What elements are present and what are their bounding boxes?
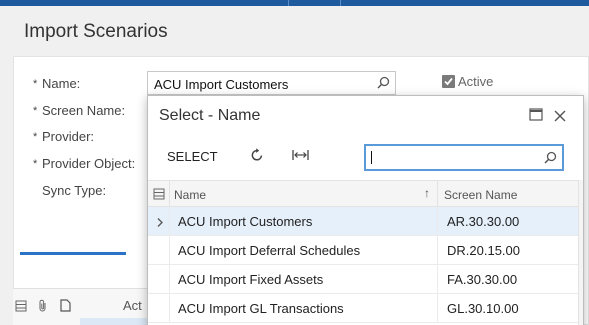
row-screen-name: FA.30.30.00 [447,272,518,287]
maximize-icon[interactable] [529,108,543,126]
column-divider [169,181,170,208]
column-divider [437,207,438,236]
provider-object-label: Provider Object: [42,156,136,171]
column-divider [169,207,170,236]
row-screen-name: AR.30.30.00 [447,214,520,229]
active-tab-indicator [20,252,126,255]
row-selector-icon[interactable] [153,188,165,203]
search-icon[interactable] [544,151,557,169]
column-divider [169,236,170,265]
select-name-dialog: Select - Name SELECT Name ↑ Screen Name [147,95,584,325]
table-row[interactable]: ACU Import Customers AR.30.30.00 [148,207,578,236]
required-marker: * [33,105,38,117]
table-row[interactable]: ACU Import Fixed Assets FA.30.30.00 [148,265,578,294]
dialog-title: Select - Name [159,107,261,124]
note-icon[interactable] [60,299,71,317]
column-divider [437,265,438,294]
paperclip-icon[interactable] [37,299,49,317]
row-name: ACU Import Fixed Assets [178,272,324,287]
table-row[interactable]: ACU Import GL Transactions GL.30.10.00 [148,294,578,323]
active-checkbox[interactable] [442,75,455,88]
sync-type-label: Sync Type: [42,183,107,198]
active-label: Active [458,74,494,89]
row-selector-icon[interactable] [15,299,27,317]
header-separator [340,0,341,6]
grid-header: Name ↑ Screen Name [148,180,578,208]
column-divider [437,294,438,323]
column-divider [169,265,170,294]
name-value: ACU Import Customers [154,77,289,92]
column-divider [437,236,438,265]
header-separator [288,0,289,6]
vertical-scrollbar[interactable] [578,180,583,325]
screen-name-label: Screen Name: [42,103,126,118]
search-icon[interactable] [377,76,390,92]
row-name: ACU Import Customers [178,214,313,229]
fit-columns-icon[interactable] [292,149,309,164]
name-label: Name: [42,76,81,91]
required-marker: * [33,78,38,90]
close-icon[interactable] [554,109,566,127]
dialog-search-input[interactable] [364,144,564,171]
page-title: Import Scenarios [24,21,168,42]
chevron-right-icon [156,215,164,233]
name-input[interactable]: ACU Import Customers [147,71,396,95]
selected-row-highlight [80,318,150,325]
act-column-header[interactable]: Act [123,298,142,313]
column-header-name[interactable]: Name [174,188,206,202]
select-button[interactable]: SELECT [167,149,218,164]
required-marker: * [33,158,38,170]
row-screen-name: DR.20.15.00 [447,243,520,258]
row-screen-name: GL.30.10.00 [447,301,519,316]
row-name: ACU Import GL Transactions [178,301,344,316]
provider-label: Provider: [42,129,95,144]
top-header-bar [0,0,589,6]
column-divider [169,294,170,323]
table-row[interactable]: ACU Import Deferral Schedules DR.20.15.0… [148,236,578,265]
required-marker: * [33,131,38,143]
column-header-screen-name[interactable]: Screen Name [444,188,517,202]
sort-indicator: ↑ [424,186,430,200]
row-name: ACU Import Deferral Schedules [178,243,361,258]
refresh-icon[interactable] [250,148,264,165]
text-caret [371,151,372,164]
column-divider [437,181,438,208]
